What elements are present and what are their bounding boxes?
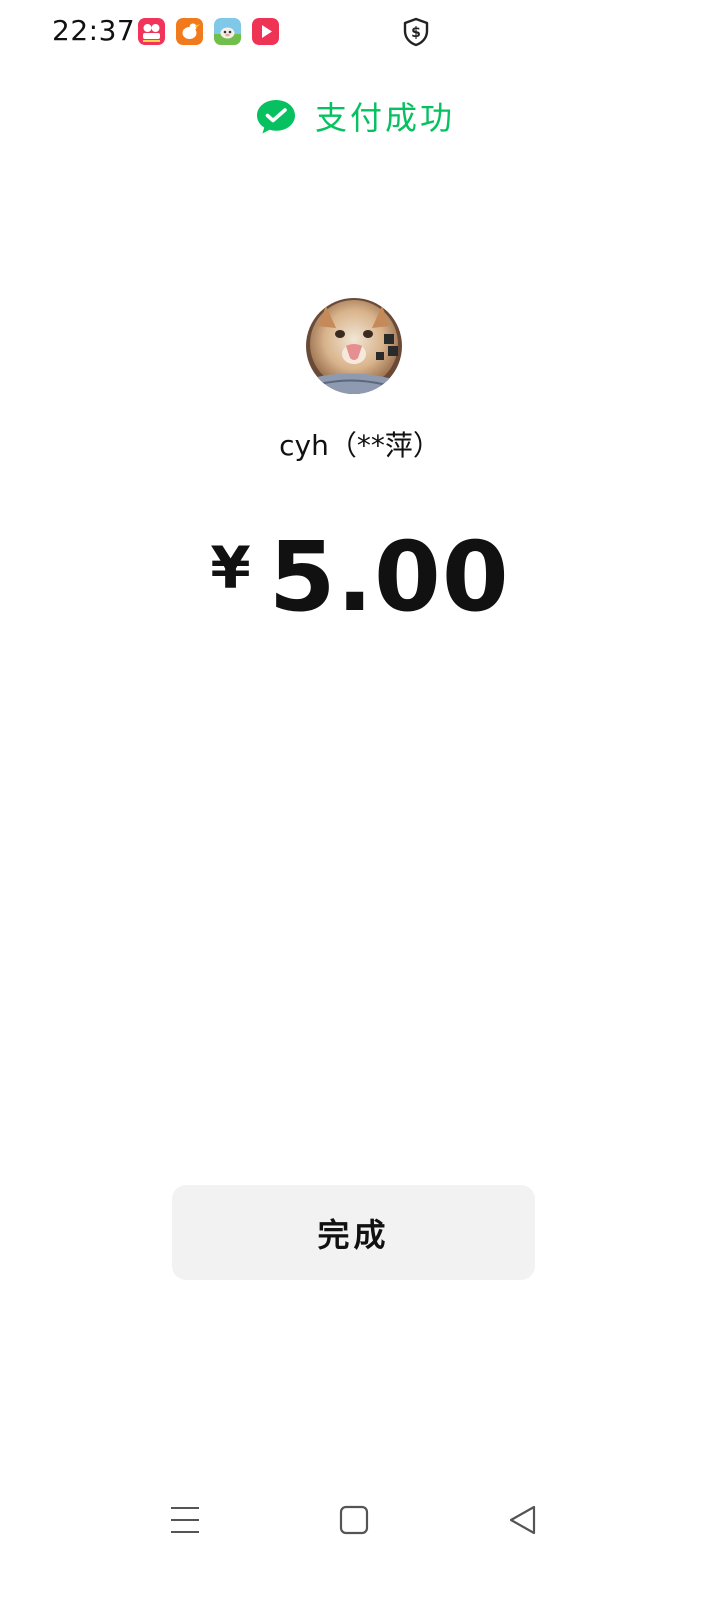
amount-value: 5.00 — [268, 521, 510, 633]
avatar — [306, 298, 402, 394]
cat-avatar — [306, 298, 402, 394]
svg-text:$: $ — [411, 25, 421, 41]
home-icon[interactable] — [334, 1500, 374, 1540]
done-button[interactable]: 完成 — [172, 1185, 535, 1280]
payment-success-title: 支付成功 — [315, 99, 456, 137]
app-icon-game — [214, 18, 241, 45]
menu-icon[interactable] — [165, 1500, 205, 1540]
navigation-bar — [0, 1480, 720, 1560]
status-bar: 22:37 $ — [0, 0, 720, 64]
payment-amount: ¥5.00 — [0, 518, 720, 655]
shield-dollar-icon: $ — [402, 17, 430, 47]
payee-name: cyh（**萍） — [279, 429, 441, 462]
header: 支付成功 — [0, 96, 720, 140]
app-icon-video — [252, 18, 279, 45]
currency-symbol: ¥ — [210, 534, 251, 602]
app-icon-pink — [138, 18, 165, 45]
payment-success-page: 22:37 $ 支付成功 cyh（**萍） ¥ 5.00 完成 — [0, 0, 720, 1600]
back-icon[interactable] — [503, 1500, 543, 1540]
app-icon-orange — [176, 18, 203, 45]
status-time: 22:37 — [52, 14, 136, 47]
wechat-pay-icon — [255, 98, 297, 136]
